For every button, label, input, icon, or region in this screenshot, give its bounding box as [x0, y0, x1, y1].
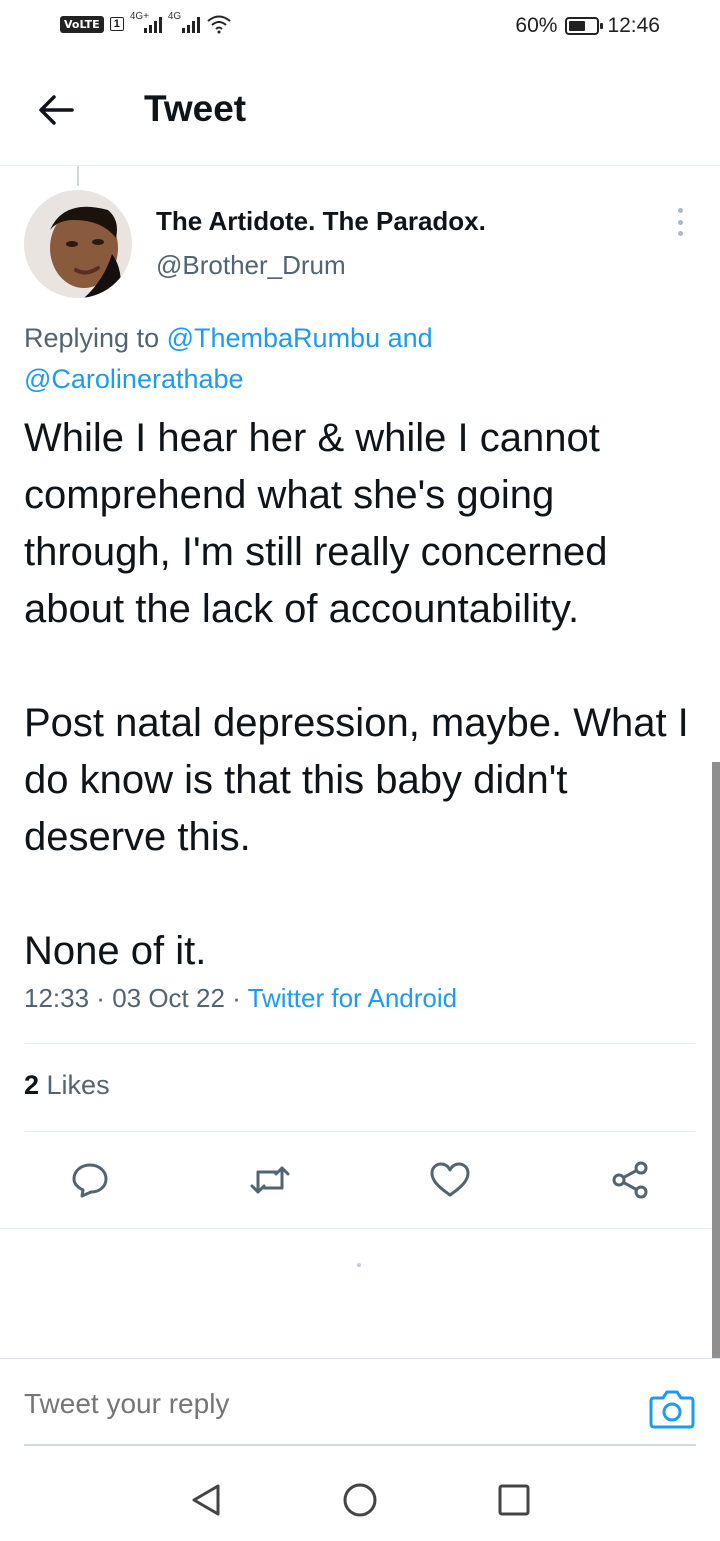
nav-home-button[interactable]	[340, 1480, 380, 1520]
meta-separator: ·	[89, 983, 113, 1013]
loading-indicator	[357, 1263, 361, 1267]
reply-input-underline	[24, 1444, 696, 1446]
more-options-button[interactable]	[668, 204, 692, 240]
reply-composer	[0, 1358, 720, 1448]
author-handle[interactable]: @Brother_Drum	[156, 250, 346, 281]
dot	[677, 208, 683, 213]
divider	[24, 1131, 696, 1132]
profile-photo	[24, 190, 132, 298]
divider	[0, 1228, 720, 1229]
reply-button[interactable]	[60, 1150, 120, 1210]
tweet-source-link[interactable]: Twitter for Android	[248, 983, 458, 1013]
dot	[677, 231, 683, 236]
replying-and: and	[380, 323, 433, 353]
volte-badge: VoLTE	[60, 15, 104, 33]
clock: 12:46	[607, 14, 660, 37]
divider	[24, 1043, 696, 1044]
triangle-back-icon	[192, 1484, 220, 1516]
nav-recents-button[interactable]	[494, 1480, 534, 1520]
thread-connector-line	[77, 166, 79, 186]
retweet-button[interactable]	[240, 1150, 300, 1210]
mention-link[interactable]: @Carolinerathabe	[24, 364, 244, 394]
heart-icon	[430, 1162, 470, 1197]
signal-icon: 4G	[168, 11, 200, 33]
camera-icon	[649, 1390, 695, 1429]
square-recents-icon	[498, 1484, 530, 1516]
wifi-icon	[207, 15, 231, 34]
like-button[interactable]	[420, 1150, 480, 1210]
battery-icon	[565, 17, 604, 35]
status-bar: VoLTE 1 4G+ 4G 60% 12:46	[0, 0, 720, 56]
meta-separator: ·	[224, 983, 248, 1013]
status-right: 60% 12:46	[515, 14, 660, 38]
replying-prefix: Replying to	[24, 323, 167, 353]
battery-percent: 60%	[515, 14, 558, 37]
signal-icon: 4G+	[130, 11, 162, 33]
network-type-label: 4G+	[129, 11, 149, 22]
likes-number: 2	[24, 1070, 40, 1100]
dot	[677, 219, 683, 225]
top-app-bar: Tweet	[0, 56, 720, 166]
back-button[interactable]	[36, 90, 76, 130]
status-left: VoLTE 1 4G+ 4G	[60, 11, 232, 34]
share-button[interactable]	[600, 1150, 660, 1210]
arrow-left-icon	[39, 95, 74, 125]
comment-icon	[72, 1163, 108, 1198]
avatar[interactable]	[24, 190, 132, 298]
mention-link[interactable]: @ThembaRumbu	[167, 323, 381, 353]
page-title: Tweet	[144, 88, 247, 129]
scrollbar[interactable]	[712, 762, 720, 1358]
reply-input[interactable]	[24, 1388, 584, 1420]
tweet-text: While I hear her & while I cannot compre…	[24, 416, 689, 973]
likes-label: Likes	[39, 1070, 110, 1100]
sim-indicator: 1	[109, 17, 124, 31]
circle-home-icon	[343, 1483, 377, 1517]
tweet-time: 12:33	[24, 983, 90, 1013]
camera-button[interactable]	[648, 1386, 696, 1430]
network-type-label: 4G	[167, 11, 182, 22]
tweet-date: 03 Oct 22	[112, 983, 225, 1013]
tweet-meta: 12:33 · 03 Oct 22 · Twitter for Android	[24, 983, 457, 1014]
share-icon	[612, 1161, 648, 1199]
retweet-icon	[250, 1166, 290, 1194]
tweet-actions	[0, 1150, 720, 1210]
likes-count[interactable]: 2 Likes	[24, 1070, 110, 1101]
system-navigation-bar	[0, 1460, 720, 1541]
nav-back-button[interactable]	[186, 1480, 226, 1520]
replying-to: Replying to @ThembaRumbu and @Carolinera…	[24, 318, 684, 400]
author-name[interactable]: The Artidote. The Paradox.	[156, 206, 486, 237]
